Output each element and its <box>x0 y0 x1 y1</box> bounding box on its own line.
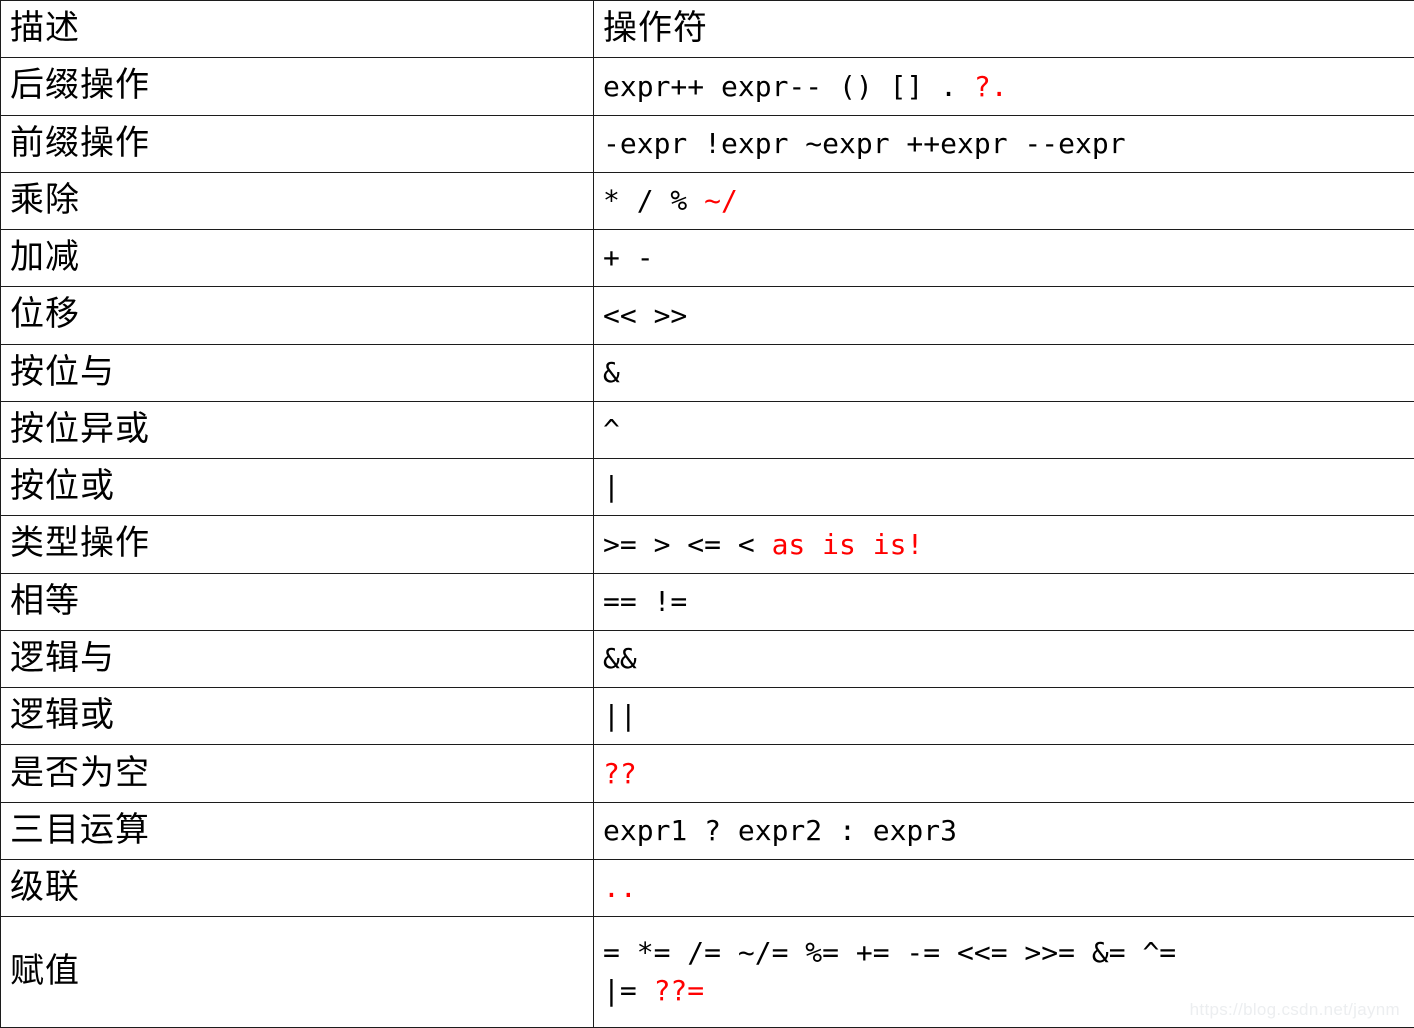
description-cell: 是否为空 <box>0 744 594 803</box>
operator-cell: >= > <= < as is is! <box>593 515 1414 574</box>
operator-text-black: expr++ expr-- () [] . <box>603 69 974 103</box>
description-cell: 加减 <box>0 229 594 288</box>
table-row: 逻辑与 && <box>0 629 1414 689</box>
column-header-operator: 操作符 <box>593 0 1414 59</box>
description-cell: 级联 <box>0 858 594 918</box>
operator-cell: expr1 ? expr2 : expr3 <box>593 801 1414 860</box>
description-cell: 相等 <box>0 572 594 631</box>
table-row: 前缀操作 -expr !expr ~expr ++expr --expr <box>0 114 1414 173</box>
description-cell: 三目运算 <box>0 801 594 860</box>
operator-text-black: ^ <box>603 413 620 447</box>
operator-text-black: + - <box>603 241 654 275</box>
description-cell: 按位或 <box>0 458 594 517</box>
operator-cell: || <box>593 687 1414 746</box>
operator-cell: expr++ expr-- () [] . ?. <box>593 57 1414 116</box>
operator-line: -expr !expr ~expr ++expr --expr <box>603 125 1414 163</box>
operator-line: + - <box>603 239 1414 277</box>
operator-text-black: && <box>603 642 637 676</box>
description-cell: 位移 <box>0 286 594 345</box>
operator-line: || <box>603 697 1414 735</box>
operator-cell: ^ <box>593 400 1414 460</box>
operator-cell: << >> <box>593 286 1414 345</box>
description-cell: 类型操作 <box>0 515 594 574</box>
table-row: 按位与 & <box>0 343 1414 402</box>
operator-text-black: expr1 ? expr2 : expr3 <box>603 813 958 847</box>
operator-cell: && <box>593 629 1414 689</box>
operator-line: = *= /= ~/= %= += -= <<= >>= &= ^= <box>603 934 1414 972</box>
operator-text-black: = *= /= ~/= %= += -= <<= >>= &= ^= <box>603 936 1177 970</box>
operator-text-highlight: ??= <box>653 974 705 1008</box>
table-row: 逻辑或 || <box>0 687 1414 746</box>
operator-text-highlight: ?. <box>973 69 1008 103</box>
operator-line: & <box>603 354 1414 392</box>
operator-line: && <box>603 640 1414 678</box>
table-row: 位移 << >> <box>0 286 1414 345</box>
description-cell: 前缀操作 <box>0 114 594 173</box>
column-header-description: 描述 <box>0 0 594 59</box>
operator-line: == != <box>603 583 1414 621</box>
operator-cell: + - <box>593 229 1414 288</box>
operator-text-highlight: ~/ <box>704 184 738 218</box>
operator-cell: == != <box>593 572 1414 631</box>
table-row: 乘除 * / % ~/ <box>0 171 1414 231</box>
operator-text-black: >= > <= < <box>603 527 772 561</box>
operator-line: >= > <= < as is is! <box>603 526 1414 564</box>
description-cell: 按位与 <box>0 343 594 402</box>
operator-line: .. <box>603 869 1414 907</box>
operator-line: * / % ~/ <box>603 182 1414 220</box>
operator-cell: = *= /= ~/= %= += -= <<= >>= &= ^= |= ??= <box>593 916 1414 1028</box>
table-header-row: 描述 操作符 <box>0 0 1414 59</box>
operator-text-black: || <box>603 699 637 733</box>
operator-cell: | <box>593 458 1414 517</box>
operator-text-black: |= <box>603 974 654 1008</box>
description-cell: 逻辑与 <box>0 629 594 689</box>
operator-line: ?? <box>603 755 1414 793</box>
description-cell: 按位异或 <box>0 400 594 460</box>
operator-cell: -expr !expr ~expr ++expr --expr <box>593 114 1414 173</box>
description-cell: 后缀操作 <box>0 57 594 116</box>
table-row: 三目运算 expr1 ? expr2 : expr3 <box>0 801 1414 860</box>
description-cell: 乘除 <box>0 171 594 231</box>
operator-text-black: -expr !expr ~expr ++expr --expr <box>603 126 1126 160</box>
operator-line: |= ??= <box>603 972 1414 1010</box>
operator-line: expr1 ? expr2 : expr3 <box>603 812 1414 850</box>
operator-line: << >> <box>603 297 1414 335</box>
table-row: 赋值 = *= /= ~/= %= += -= <<= >>= &= ^= |= ?… <box>0 916 1414 1028</box>
operator-text-black: * / % <box>603 184 705 218</box>
operator-text-black: & <box>603 355 620 389</box>
operator-text-black: << >> <box>603 298 688 332</box>
operator-text-highlight: ?? <box>603 756 637 790</box>
operator-text-black: | <box>603 470 620 504</box>
table-row: 加减 + - <box>0 229 1414 288</box>
operator-cell: .. <box>593 858 1414 918</box>
operator-line: | <box>603 468 1414 506</box>
table-row: 类型操作 >= > <= < as is is! <box>0 515 1414 574</box>
operator-line: ^ <box>603 411 1414 449</box>
table-row: 相等 == != <box>0 572 1414 631</box>
table-row: 按位异或 ^ <box>0 400 1414 460</box>
operator-text-black: == != <box>603 584 688 618</box>
table-row: 是否为空?? <box>0 744 1414 803</box>
table-body: 描述 操作符 后缀操作 expr++ expr-- () [] . ?. 前缀操作 -ex… <box>0 0 1414 1028</box>
operator-text-highlight: .. <box>603 871 637 905</box>
table-row: 级联.. <box>0 858 1414 918</box>
operator-cell: ?? <box>593 744 1414 803</box>
operator-line: expr++ expr-- () [] . ?. <box>603 68 1414 106</box>
table-row: 按位或 | <box>0 458 1414 517</box>
description-cell: 赋值 <box>0 916 594 1028</box>
table-row: 后缀操作 expr++ expr-- () [] . ?. <box>0 57 1414 116</box>
operator-cell: * / % ~/ <box>593 171 1414 231</box>
operator-text-highlight: as is is! <box>771 527 924 561</box>
description-cell: 逻辑或 <box>0 687 594 746</box>
operator-precedence-table: 描述 操作符 后缀操作 expr++ expr-- () [] . ?. 前缀操作 -ex… <box>0 0 1414 1028</box>
operator-cell: & <box>593 343 1414 402</box>
